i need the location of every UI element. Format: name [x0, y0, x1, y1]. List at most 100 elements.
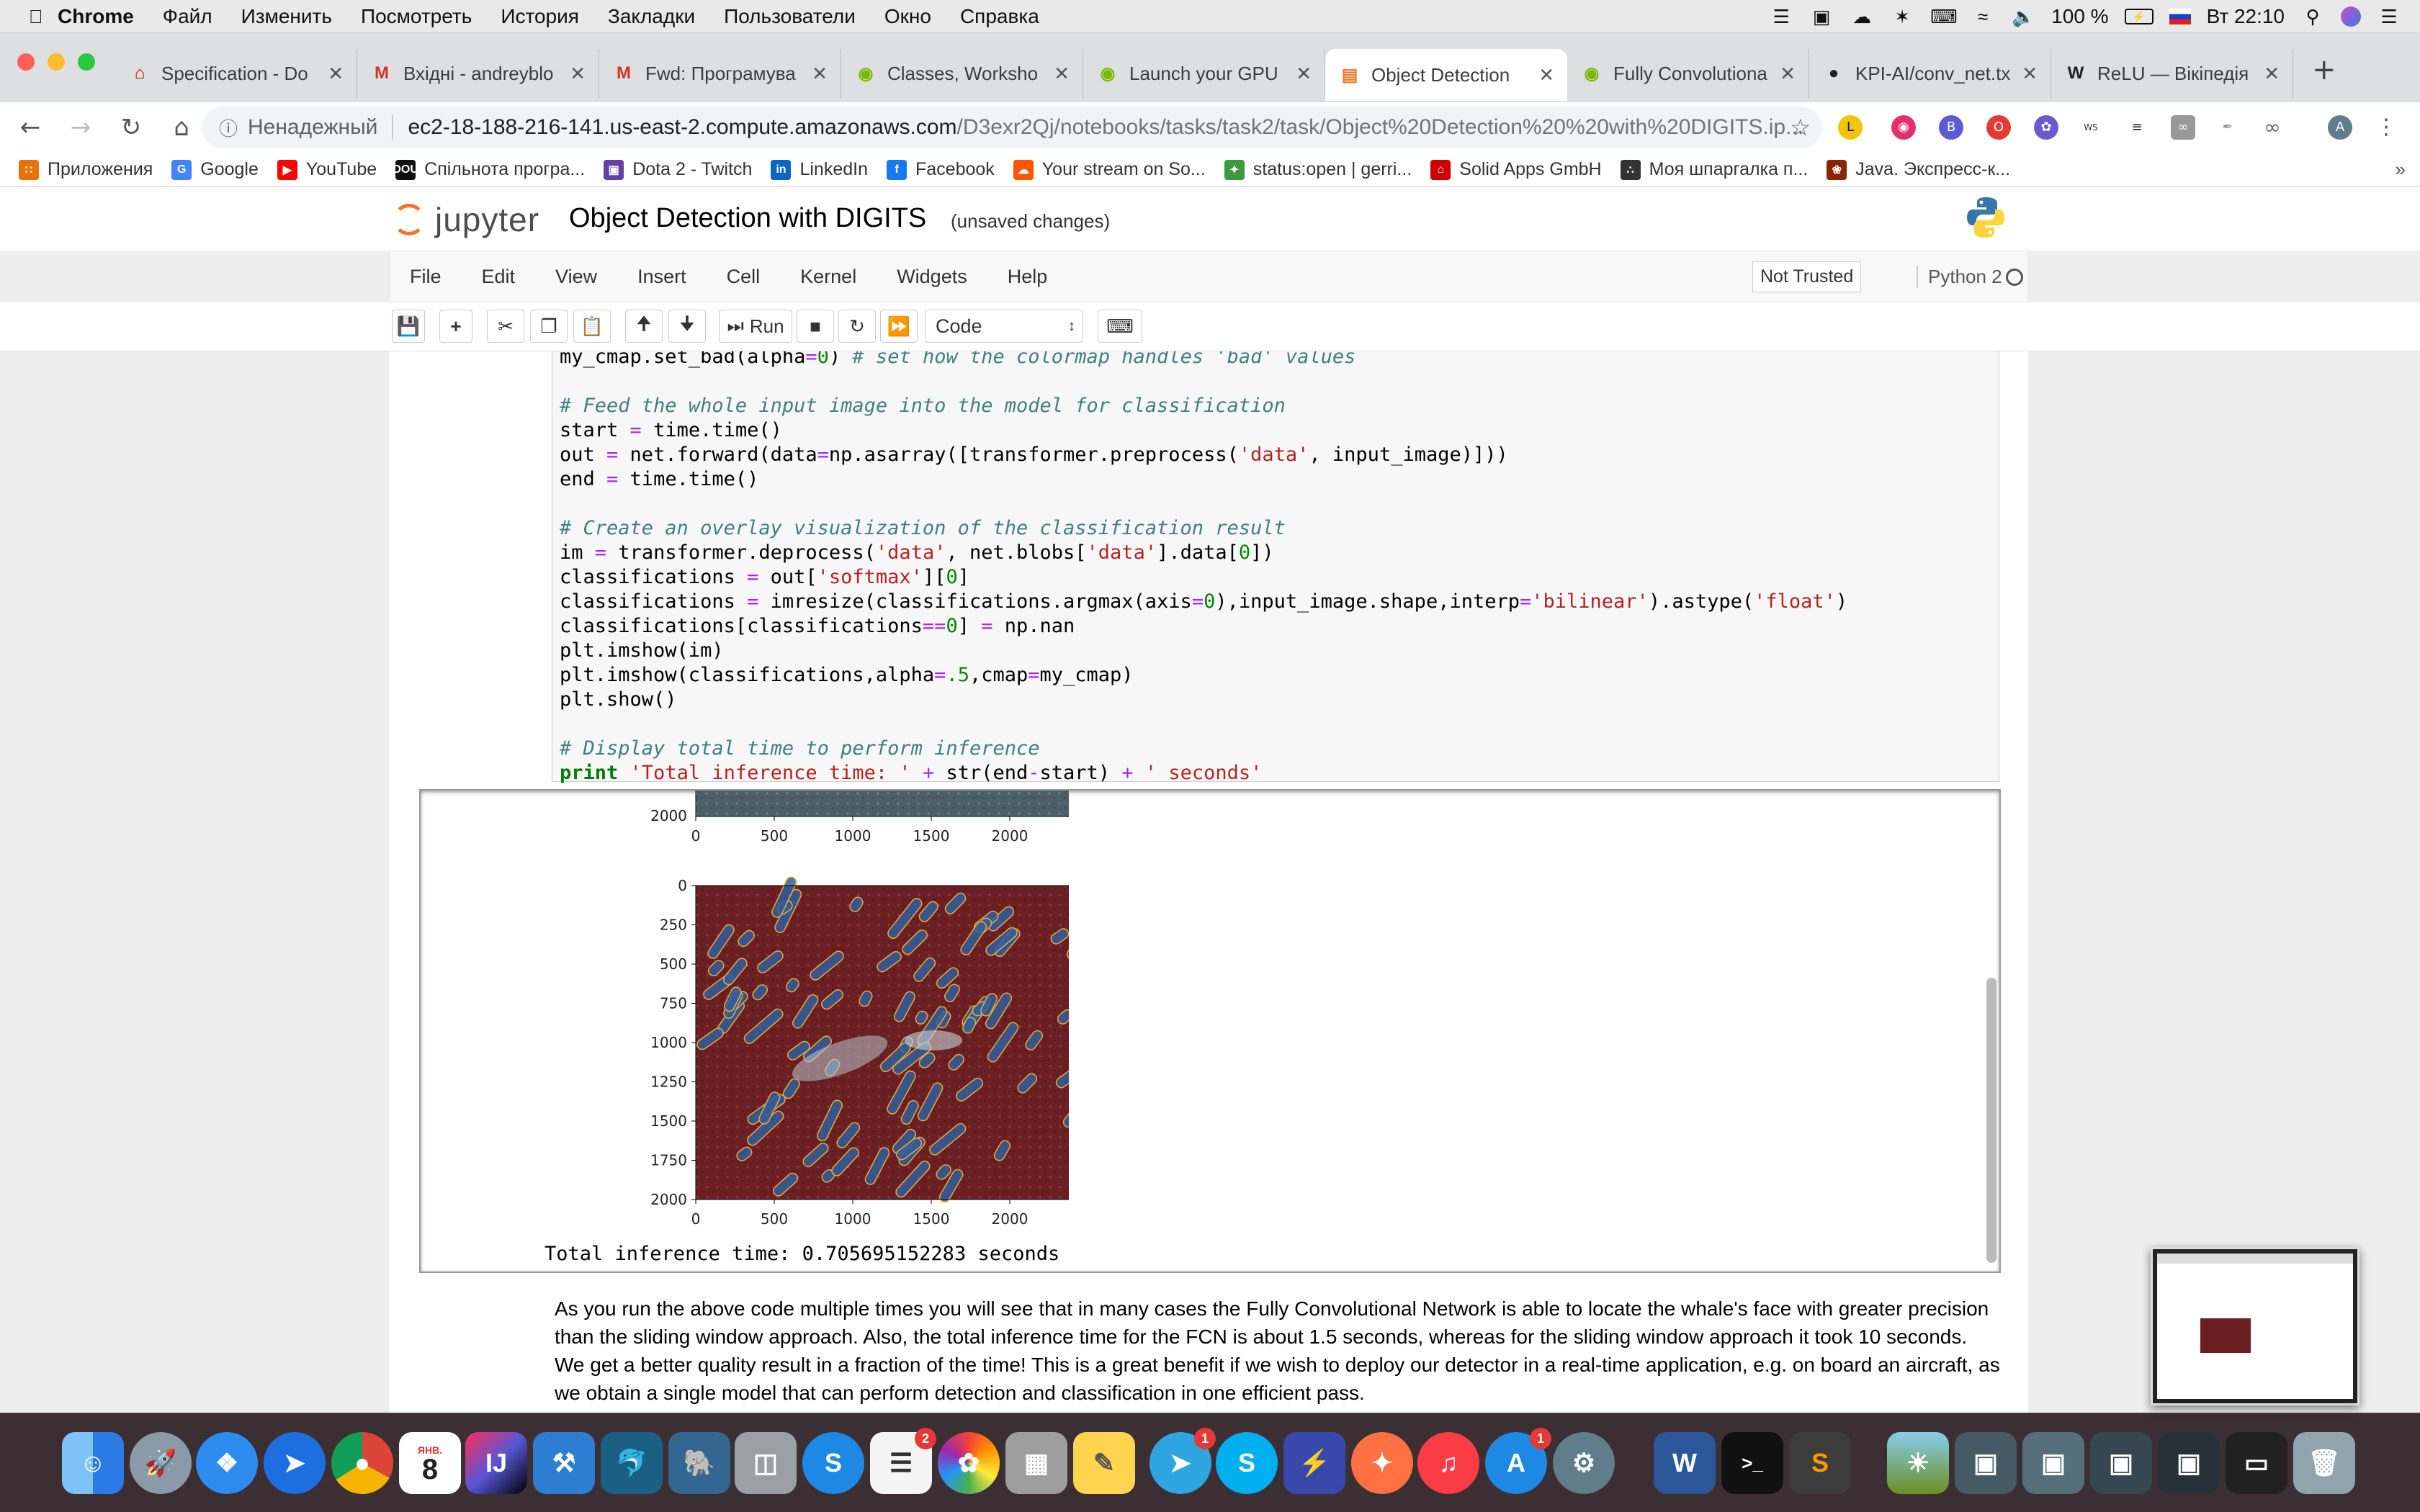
tab-3[interactable]: M Fwd: Програмува ✕: [599, 49, 841, 98]
insert-cell-button[interactable]: +: [439, 310, 472, 343]
address-bar[interactable]: ⓘ Ненадежный ec2-18-188-216-141.us-east-…: [202, 107, 1822, 148]
tab-8[interactable]: ● KPI-AI/conv_net.tx ✕: [1809, 49, 2051, 98]
minimized-window-5-icon[interactable]: ▭: [2226, 1432, 2287, 1494]
more-bookmarks-icon[interactable]: »: [2396, 158, 2406, 181]
app-store-icon[interactable]: A1: [1485, 1428, 1551, 1494]
info-icon[interactable]: ⓘ: [219, 114, 238, 141]
menu-insert[interactable]: Insert: [617, 266, 707, 288]
cell-type-select[interactable]: Code: [925, 310, 1083, 343]
copy-icon[interactable]: ❐: [530, 310, 568, 343]
xcode-icon[interactable]: ⚒: [533, 1432, 595, 1494]
move-up-icon[interactable]: 🠉: [625, 310, 663, 343]
extension-vpn-icon[interactable]: ∞: [2171, 115, 2195, 140]
interrupt-icon[interactable]: ■: [797, 310, 834, 343]
menu-help[interactable]: Help: [987, 266, 1068, 288]
extension-instagram-icon[interactable]: ◉: [1891, 115, 1916, 140]
menu-edit[interactable]: Edit: [462, 266, 536, 288]
tab-close-icon[interactable]: ✕: [2264, 63, 2280, 85]
bookmark-item[interactable]: ✦ status:open | gerri...: [1224, 159, 1412, 180]
menubar-item-window[interactable]: Окно: [870, 5, 946, 28]
tab-close-icon[interactable]: ✕: [812, 63, 828, 85]
forward-button[interactable]: →: [60, 107, 101, 148]
bookmark-item[interactable]: ▣ Dota 2 - Twitch: [604, 159, 752, 180]
postgresql-icon[interactable]: 🐘: [668, 1432, 730, 1494]
new-tab-button[interactable]: +: [2312, 53, 2336, 86]
skitch-icon[interactable]: S: [802, 1432, 864, 1494]
battery-icon[interactable]: ⚡: [2124, 8, 2154, 24]
bookmark-item[interactable]: ∷ Приложения: [19, 159, 153, 180]
intellij-icon[interactable]: IJ: [465, 1432, 527, 1494]
extension-dash-icon[interactable]: ≡: [2125, 115, 2149, 140]
system-preferences-icon[interactable]: ⚙: [1553, 1432, 1615, 1494]
spark-icon[interactable]: ✦: [1351, 1432, 1413, 1494]
stack-icon[interactable]: ☰: [1769, 6, 1793, 27]
menu-cell[interactable]: Cell: [707, 266, 781, 288]
extension-opera-icon[interactable]: O: [1986, 115, 2011, 140]
tab-4[interactable]: ◉ Classes, Worksho ✕: [841, 49, 1083, 98]
paste-icon[interactable]: 📋: [573, 310, 611, 343]
close-window-button[interactable]: [17, 53, 35, 71]
preview-icon[interactable]: ✎: [1073, 1432, 1135, 1494]
cut-icon[interactable]: ✂: [487, 310, 524, 343]
tab-close-icon[interactable]: ✕: [1538, 64, 1554, 86]
image-viewer-icon[interactable]: ☀: [1887, 1432, 1949, 1494]
chrome-menu-icon[interactable]: ⋮: [2374, 115, 2398, 140]
music-icon[interactable]: ♫: [1417, 1432, 1479, 1494]
tab-close-icon[interactable]: ✕: [1054, 63, 1070, 85]
menubar-item-help[interactable]: Справка: [946, 5, 1054, 28]
not-trusted-button[interactable]: Not Trusted: [1752, 261, 1862, 292]
bookmark-star-icon[interactable]: ☆: [1790, 114, 1811, 141]
apple-icon[interactable]: : [14, 6, 43, 27]
maximize-window-button[interactable]: [78, 53, 95, 71]
menubar-item-view[interactable]: Посмотреть: [346, 5, 486, 28]
launchpad-icon[interactable]: 🚀: [130, 1432, 192, 1494]
cyberduck-icon[interactable]: ⚡: [1283, 1432, 1345, 1494]
trash-icon[interactable]: 🗑: [2293, 1432, 2355, 1494]
tab-2[interactable]: M Вхідні - andreyblo ✕: [357, 49, 599, 98]
bookmark-item[interactable]: DOU Спільнота програ...: [393, 159, 585, 180]
siri-icon[interactable]: [2341, 6, 2361, 27]
keyboard-icon[interactable]: ⌨: [1930, 6, 1958, 27]
chrome-icon[interactable]: ●: [331, 1432, 393, 1494]
bookmark-item[interactable]: G Google: [171, 159, 259, 180]
flag-ru-icon[interactable]: [2169, 8, 2191, 24]
menubar-item-edit[interactable]: Изменить: [227, 5, 346, 28]
reload-button[interactable]: ↻: [111, 107, 151, 148]
menu-kernel[interactable]: Kernel: [780, 266, 877, 288]
minimized-window-1-icon[interactable]: ▣: [1955, 1432, 2017, 1494]
code-editor[interactable]: my_cmap.set_bad(alpha=0) # set how the c…: [560, 351, 1847, 786]
notebook-title[interactable]: Object Detection with DIGITS: [569, 203, 926, 234]
menubar-item-users[interactable]: Пользователи: [709, 5, 870, 28]
minimized-window-4-icon[interactable]: ▣: [2158, 1432, 2220, 1494]
search-icon[interactable]: ⚲: [2300, 6, 2325, 27]
tab-5[interactable]: ◉ Launch your GPU ✕: [1083, 49, 1325, 98]
menubar-app-name[interactable]: Chrome: [43, 5, 148, 28]
skype-icon[interactable]: S: [1216, 1432, 1278, 1494]
extension-l-icon[interactable]: L: [1838, 115, 1863, 140]
sublime-text-icon[interactable]: S: [1789, 1432, 1851, 1494]
reminders-icon[interactable]: ☰ 2: [870, 1428, 936, 1494]
finder-icon[interactable]: ☺: [62, 1432, 124, 1494]
notification-center-icon[interactable]: ☰: [2377, 6, 2401, 27]
calculator-icon[interactable]: ▦: [1005, 1432, 1067, 1494]
output-scrollbar[interactable]: [1986, 978, 1996, 1263]
minimized-window-3-icon[interactable]: ▣: [2090, 1432, 2152, 1494]
restart-run-all-icon[interactable]: ⏩: [880, 310, 918, 343]
code-cell[interactable]: my_cmap.set_bad(alpha=0) # set how the c…: [552, 351, 1999, 784]
tab-9[interactable]: W ReLU — Вікіпедія ✕: [2051, 49, 2293, 98]
bookmark-item[interactable]: ∴ Моя шпаргалка п...: [1620, 159, 1808, 180]
tab-close-icon[interactable]: ✕: [1296, 63, 1312, 85]
tab-close-icon[interactable]: ✕: [328, 63, 344, 85]
volume-icon[interactable]: 🔈: [2011, 6, 2035, 27]
bookmark-item[interactable]: ⌂ Solid Apps GmbH: [1430, 159, 1602, 180]
menubar-clock[interactable]: Вт 22:10: [2207, 5, 2285, 28]
headphones-icon[interactable]: ☁: [1850, 6, 1874, 27]
output-area[interactable]: 2000050010001500200025003000 02505007501…: [419, 789, 2001, 1273]
database-icon[interactable]: ◫: [735, 1432, 797, 1494]
menu-view[interactable]: View: [535, 266, 617, 288]
tab-1[interactable]: ⌂ Specification - Do ✕: [115, 49, 357, 98]
mysql-workbench-icon[interactable]: 🐬: [601, 1432, 663, 1494]
menubar-item-history[interactable]: История: [486, 5, 593, 28]
wifi-icon[interactable]: ≈: [1971, 6, 1995, 27]
bookmark-item[interactable]: ▶ YouTube: [277, 159, 377, 180]
